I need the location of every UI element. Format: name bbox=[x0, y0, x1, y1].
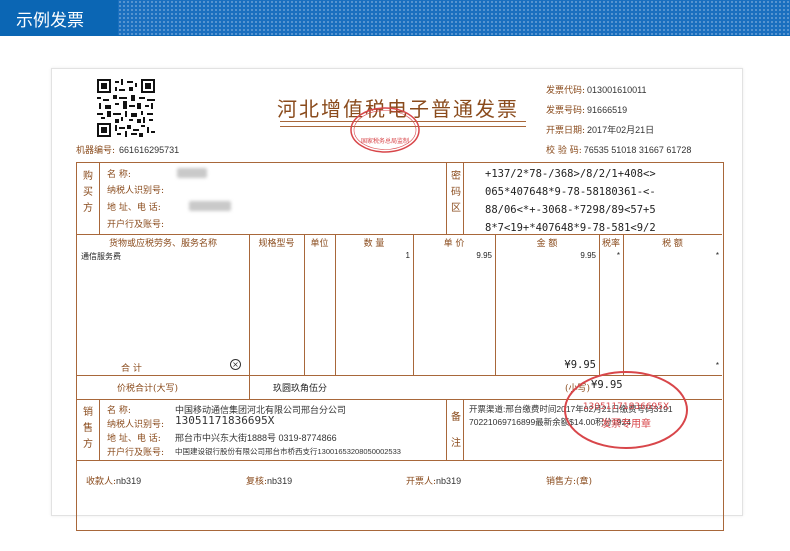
seller-stamp-label: 销售方:(章) bbox=[546, 477, 593, 487]
divider bbox=[446, 399, 447, 460]
drawer-value: nb319 bbox=[436, 476, 462, 486]
seller-section-label: 销售方 bbox=[83, 407, 93, 450]
qr-code-icon bbox=[97, 79, 155, 137]
sum-label: 价税合计(大写) bbox=[117, 384, 179, 394]
sum-circle-x-icon: × bbox=[230, 359, 241, 370]
divider bbox=[249, 234, 250, 375]
invoice-table: 购买方 名 称: 纳税人识别号: 地 址、电 话: 开户行及账号: 密码区 +1… bbox=[76, 162, 724, 531]
column-header-unit: 单位 bbox=[310, 239, 329, 249]
divider bbox=[446, 163, 447, 234]
invoice-meta: 发票代码: 013001610011 发票号码: 91666519 开票日期: 201… bbox=[546, 81, 691, 161]
invoice-document: 机器编号: 661616295731 河北增值税电子普通发票 国家税务总局监制 发… bbox=[51, 68, 743, 531]
issue-date-row: 开票日期: 2017年02月21日 bbox=[546, 121, 691, 141]
check-code-label: 校 验 码: bbox=[546, 146, 582, 156]
invoice-code-row: 发票代码: 013001610011 bbox=[546, 81, 691, 101]
column-header-name: 货物或应税劳务、服务名称 bbox=[108, 239, 217, 249]
item-amount: 9.95 bbox=[580, 251, 596, 260]
buyer-address-phone-label: 地 址、电 话: bbox=[107, 203, 161, 213]
check-code-row: 校 验 码: 76535 51018 31667 61728 bbox=[546, 141, 691, 161]
tax-bureau-seal: 国家税务总局监制 bbox=[350, 107, 420, 153]
invoice-number-row: 发票号码: 91666519 bbox=[546, 101, 691, 121]
column-header-tax: 税 额 bbox=[662, 239, 683, 249]
seller-bank-account: 中国建设银行股份有限公司邢台市桥西支行13001653208050002533 bbox=[175, 447, 401, 456]
column-header-qty: 数 量 bbox=[363, 239, 385, 249]
column-header-rate: 税率 bbox=[601, 239, 620, 249]
divider bbox=[463, 399, 464, 460]
payee: 收款人:nb319 bbox=[86, 474, 141, 487]
machine-number-label: 机器编号: bbox=[76, 146, 116, 156]
total-label: 合 计 bbox=[121, 364, 142, 374]
item-name: 通信服务费 bbox=[81, 252, 121, 261]
invoice-special-seal: 13051171836695X 发票专用章 bbox=[564, 371, 688, 449]
seller-taxpayer-id: 13051171836695X bbox=[175, 414, 275, 427]
seller-address-phone-label: 地 址、电 话: bbox=[107, 434, 161, 444]
buyer-taxpayer-id-label: 纳税人识别号: bbox=[107, 186, 165, 196]
divider bbox=[99, 399, 100, 460]
header-bar: 示例发票 bbox=[0, 0, 790, 36]
cipher-line: 065*407648*9-78-58180361-<- bbox=[485, 186, 656, 198]
cipher-line: +137/2*78-/368>/8/2/1+408<> bbox=[485, 168, 656, 180]
reviewer: 复核:nb319 bbox=[246, 474, 292, 487]
buyer-name-label: 名 称: bbox=[107, 170, 131, 180]
header-pattern bbox=[118, 0, 790, 35]
payee-value: nb319 bbox=[116, 476, 142, 486]
buyer-bank-account-label: 开户行及账号: bbox=[107, 220, 165, 230]
seller-taxpayer-id-label: 纳税人识别号: bbox=[107, 420, 165, 430]
column-header-amount: 金 额 bbox=[536, 239, 558, 249]
tax-seal-text: 国家税务总局监制 bbox=[361, 137, 409, 145]
divider bbox=[304, 234, 305, 375]
column-header-price: 单 价 bbox=[443, 239, 465, 249]
divider bbox=[249, 375, 250, 399]
cipher-section-label: 密码区 bbox=[451, 171, 461, 214]
cipher-line: 88/06<*+-3068-*7298/89<57+5 bbox=[485, 204, 656, 216]
machine-number: 机器编号: 661616295731 bbox=[76, 143, 179, 156]
section-title-tab: 示例发票 bbox=[0, 0, 118, 36]
remarks-section-label: 备注 bbox=[451, 412, 461, 449]
item-tax: * bbox=[715, 251, 719, 260]
drawer-label: 开票人: bbox=[406, 477, 437, 487]
issue-date-label: 开票日期: bbox=[546, 126, 586, 136]
cipher-line: 8*7<19+*407648*9-78-581<9/2 bbox=[485, 222, 656, 234]
item-price: 9.95 bbox=[476, 251, 492, 260]
invoice-number-label: 发票号码: bbox=[546, 106, 586, 116]
divider bbox=[77, 460, 722, 461]
invoice-number: 91666519 bbox=[587, 105, 628, 115]
sum-in-words: 玖圆玖角伍分 bbox=[273, 383, 328, 393]
divider bbox=[463, 163, 464, 234]
divider bbox=[99, 163, 100, 234]
section-title: 示例发票 bbox=[16, 10, 84, 31]
issue-date: 2017年02月21日 bbox=[587, 125, 655, 135]
buyer-name-redacted bbox=[177, 168, 207, 178]
seller-address-phone: 邢台市中兴东大街1888号 0319-8774866 bbox=[175, 433, 337, 443]
machine-number-value: 661616295731 bbox=[119, 145, 180, 155]
payee-label: 收款人: bbox=[86, 477, 117, 487]
invoice-code: 013001610011 bbox=[587, 85, 647, 95]
buyer-address-redacted bbox=[189, 201, 231, 211]
cipher-area: +137/2*78-/368>/8/2/1+408<> 065*407648*9-… bbox=[485, 165, 656, 237]
seal-number: 13051171836695X bbox=[583, 402, 669, 412]
seller-name-label: 名 称: bbox=[107, 406, 131, 416]
buyer-section-label: 购买方 bbox=[83, 171, 93, 214]
reviewer-value: nb319 bbox=[267, 476, 293, 486]
check-code: 76535 51018 31667 61728 bbox=[583, 145, 692, 155]
item-rate: * bbox=[616, 251, 620, 260]
seller-stamp: 销售方:(章) bbox=[546, 474, 592, 487]
drawer: 开票人:nb319 bbox=[406, 474, 461, 487]
seller-bank-account-label: 开户行及账号: bbox=[107, 448, 165, 458]
seal-text: 发票专用章 bbox=[601, 417, 651, 430]
item-qty: 1 bbox=[405, 251, 410, 260]
reviewer-label: 复核: bbox=[246, 477, 268, 487]
column-header-spec: 规格型号 bbox=[258, 239, 295, 249]
invoice-code-label: 发票代码: bbox=[546, 86, 586, 96]
